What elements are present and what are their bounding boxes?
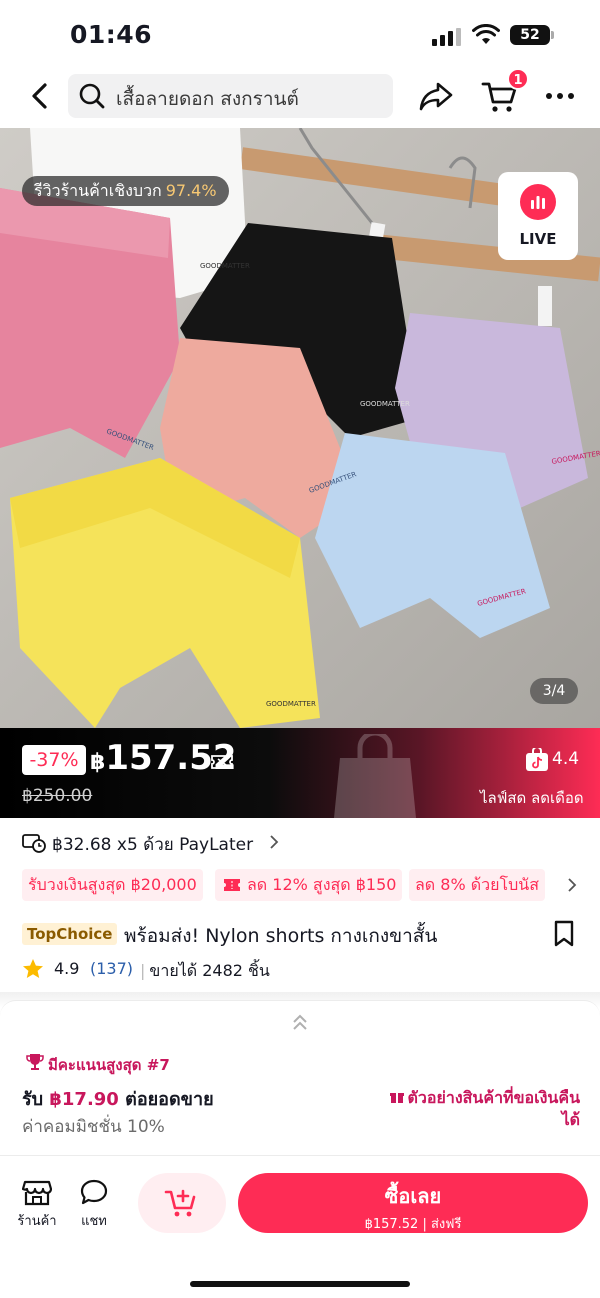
rank-text: มีคะแนนสูงสุด #7 [48,1056,170,1074]
buy-now-label: ซื้อเลย [384,1184,442,1208]
brand-mark: GOODMATTER [360,400,410,408]
sold-count-text: ขายได้ 2482 ชิ้น [149,961,270,980]
promo-row: รับวงเงินสูงสุด ฿20,000 ลด 12% สูงสุด ฿1… [22,869,600,901]
ticket-icon [224,879,240,891]
review-count[interactable]: (137) [90,959,133,978]
top-nav: เสื้อลายดอก สงกรานต์ 1 [0,68,600,128]
brand-mark: GOODMATTER [266,700,316,708]
sold-count: | ขายได้ 2482 ชิ้น [140,961,270,980]
chevron-up-icon[interactable] [290,1011,310,1033]
shop-review-label: รีวิวร้านค้าเชิงบวก [34,181,162,200]
live-label: LIVE [519,230,557,248]
shop-icon [22,1180,52,1206]
earn-suffix: ต่อยอดขาย [125,1089,214,1110]
status-bar: 01:46 52 [0,0,600,68]
shop-review-badge: รีวิวร้านค้าเชิงบวก 97.4% [22,176,229,206]
chevron-right-icon[interactable] [566,877,578,893]
product-title-row: TopChoice พร้อมส่ง! Nylon shorts กางเกงข… [22,920,582,950]
tiktok-shop-icon [526,748,548,771]
battery-icon: 52 [510,25,554,45]
topchoice-badge: TopChoice [22,923,118,945]
shop-button[interactable]: ร้านค้า [10,1178,64,1231]
earn-row: รับ ฿17.90 ต่อยอดขาย [22,1084,214,1113]
chat-icon [80,1179,108,1205]
add-to-cart-icon [164,1189,196,1217]
search-input[interactable]: เสื้อลายดอก สงกรานต์ [68,74,393,118]
chat-label: แชท [81,1214,107,1229]
more-options-icon[interactable] [544,82,576,110]
price-currency: ฿ [90,750,106,775]
promo-chip-credit[interactable]: รับวงเงินสูงสุด ฿20,000 [22,869,203,901]
bottom-action-bar: ร้านค้า แชท ซื้อเลย ฿157.52 | ส่งฟรี [0,1155,600,1298]
trophy-icon [26,1054,44,1070]
tiktok-shop-rating: 4.4 [552,749,580,769]
earn-prefix: รับ [22,1089,44,1110]
cellular-signal-icon [432,28,462,46]
paylater-icon [22,834,46,853]
paylater-text: ฿32.68 x5 ด้วย PayLater [52,835,254,855]
chevron-right-icon [270,835,279,849]
chat-button[interactable]: แชท [67,1178,121,1231]
back-icon[interactable] [22,78,58,114]
affiliate-sheet: มีคะแนนสูงสุด #7 รับ ฿17.90 ต่อยอดขาย ค่… [0,1000,600,1155]
promo-chip-voucher-label: ลด 12% สูงสุด ฿150 [247,875,397,894]
earn-amount: ฿17.90 [49,1089,119,1110]
search-icon [79,83,105,109]
gift-icon [389,1093,404,1103]
home-indicator [190,1281,410,1287]
image-page-indicator: 3/4 [530,678,578,704]
live-sale-label: ไลฟ์สด ลดเดือด [480,789,584,807]
voucher-icon[interactable] [211,753,233,771]
refund-sample-label: ตัวอย่างสินค้าที่ขอเงินคืนได้ [407,1088,581,1129]
rating-value: 4.9 [54,959,80,978]
add-to-cart-button[interactable] [138,1173,226,1233]
product-title: พร้อมส่ง! Nylon shorts กางเกงขาสั้น [124,925,438,947]
original-price: ฿250.00 [22,786,93,806]
promo-chip-bonus[interactable]: ลด 8% ด้วยโบนัส [409,869,545,901]
shopping-bag-icon [334,734,416,818]
search-query: เสื้อลายดอก สงกรานต์ [116,88,299,110]
live-button[interactable]: LIVE [498,172,578,260]
product-image[interactable]: GOODMATTER GOODMATTER GOODMATTER GOODMAT… [0,128,600,728]
buy-now-subtitle: ฿157.52 | ส่งฟรี [364,1217,462,1232]
live-icon [520,184,556,220]
price-banner: -37% ฿157.52 ฿250.00 4.4 ไลฟ์สด ลดเดือด [0,728,600,818]
buy-now-button[interactable]: ซื้อเลย ฿157.52 | ส่งฟรี [238,1173,588,1233]
shop-label: ร้านค้า [17,1214,57,1229]
commission-rate: ค่าคอมมิชชั่น 10% [22,1117,165,1137]
brand-mark: GOODMATTER [200,262,250,270]
promo-chip-voucher[interactable]: ลด 12% สูงสุด ฿150 [215,869,403,901]
discount-badge: -37% [22,745,86,775]
cart-badge: 1 [507,68,529,90]
share-icon[interactable] [418,78,454,114]
star-icon [23,959,43,978]
shop-review-pct: 97.4% [165,181,217,200]
status-time: 01:46 [70,20,153,49]
wifi-icon [472,24,500,44]
bookmark-icon[interactable] [552,920,576,948]
refund-sample-link[interactable]: ตัวอย่างสินค้าที่ขอเงินคืนได้ [380,1087,580,1131]
